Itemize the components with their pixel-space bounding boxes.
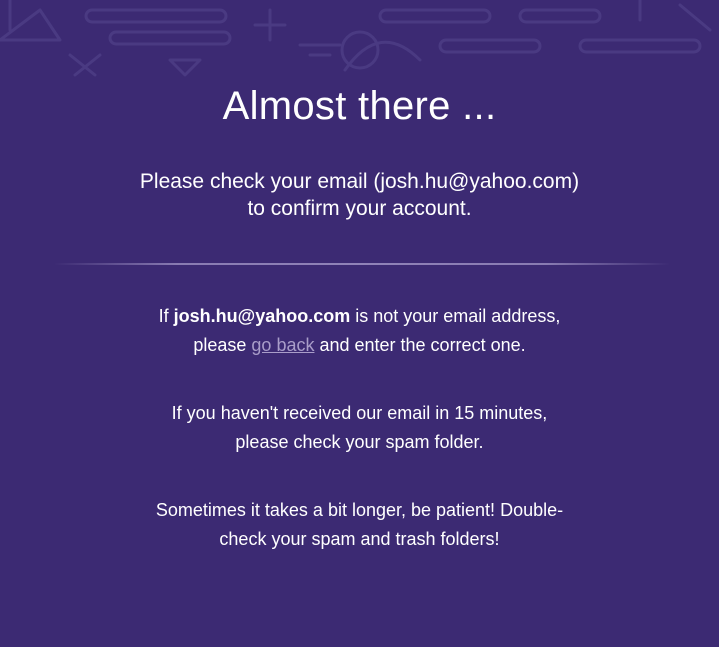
email-address: josh.hu@yahoo.com bbox=[173, 306, 351, 326]
patience-notice-line-2: check your spam and trash folders! bbox=[219, 529, 500, 549]
go-back-link[interactable]: go back bbox=[251, 335, 314, 355]
spam-notice-line-1: If you haven't received our email in 15 … bbox=[171, 403, 548, 423]
wrong-email-line-2: please go back and enter the correct one… bbox=[0, 331, 719, 360]
go-back-prefix: please bbox=[193, 335, 252, 355]
patience-notice-line-1: Sometimes it takes a bit longer, be pati… bbox=[155, 500, 564, 520]
spam-notice-line-2: please check your spam folder. bbox=[235, 432, 484, 452]
spam-notice: If you haven't received our email in 15 … bbox=[0, 399, 719, 457]
divider bbox=[54, 263, 670, 265]
confirmation-panel: Almost there ... Please check your email… bbox=[0, 0, 719, 647]
wrong-email-suffix: is not your email address, bbox=[350, 306, 561, 326]
wrong-email-notice: If josh.hu@yahoo.com is not your email a… bbox=[0, 302, 719, 360]
page-title: Almost there ... bbox=[222, 84, 497, 128]
wrong-email-line-1: If josh.hu@yahoo.com is not your email a… bbox=[0, 302, 719, 331]
confirmation-message-line-1: Please check your email (josh.hu@yahoo.c… bbox=[139, 170, 580, 193]
wrong-email-prefix: If bbox=[158, 306, 174, 326]
patience-notice: Sometimes it takes a bit longer, be pati… bbox=[0, 496, 719, 554]
confirmation-message-line-2: to confirm your account. bbox=[247, 197, 472, 220]
confirmation-message: Please check your email (josh.hu@yahoo.c… bbox=[0, 168, 719, 222]
go-back-suffix: and enter the correct one. bbox=[314, 335, 526, 355]
